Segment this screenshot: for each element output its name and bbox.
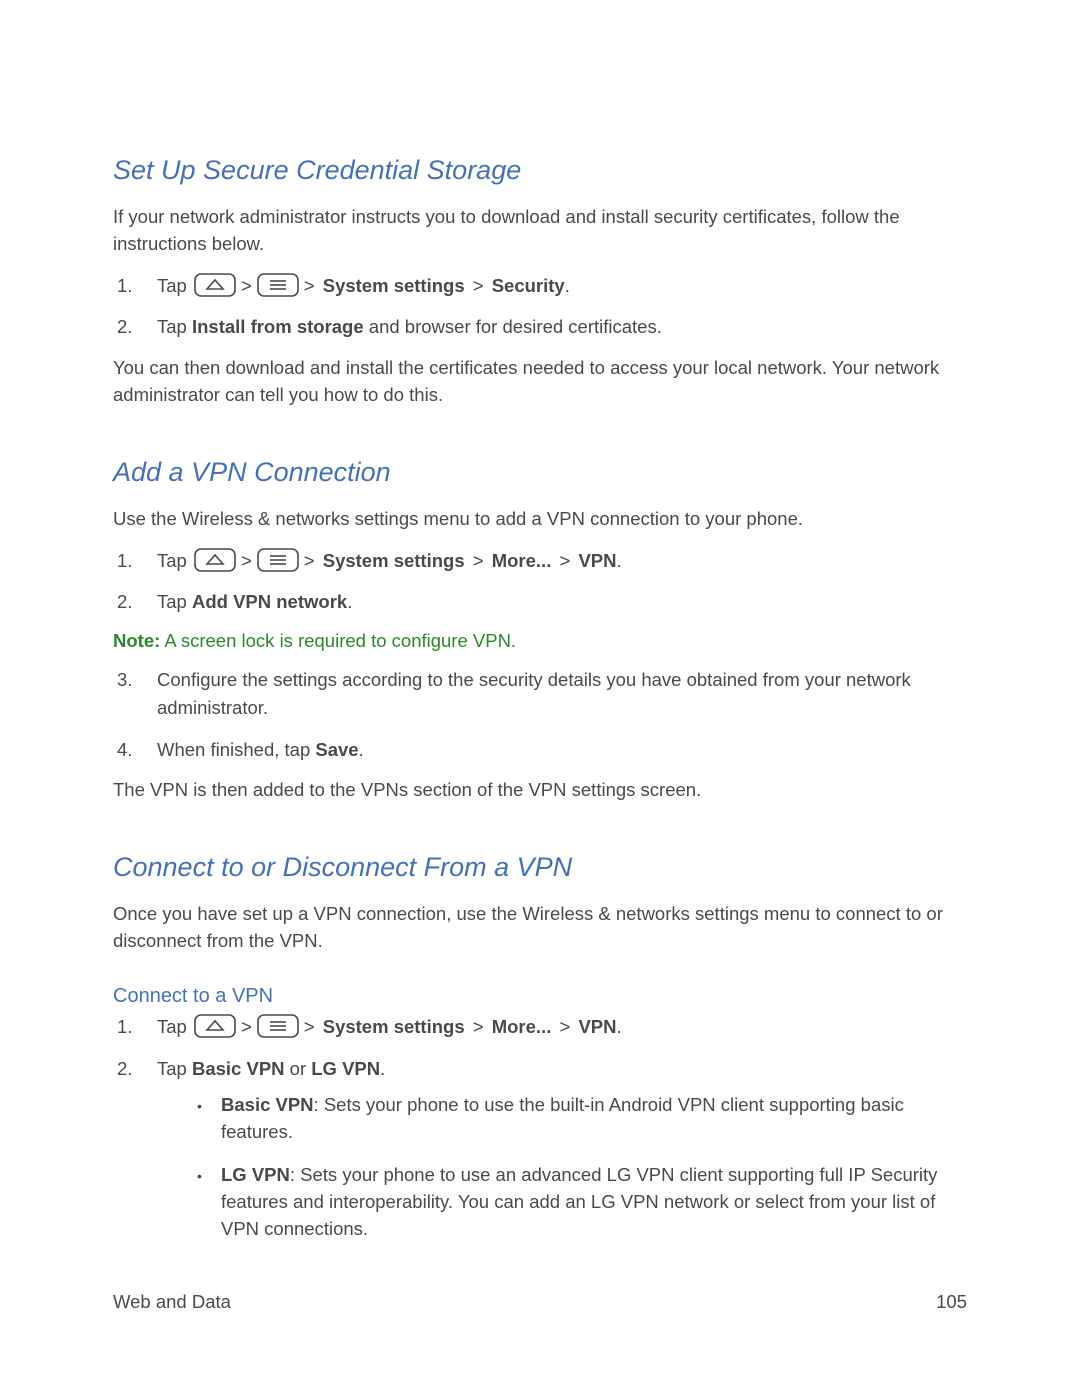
step-item: Tap Add VPN network. [113, 588, 967, 616]
heading-connect-vpn: Connect to or Disconnect From a VPN [113, 852, 967, 883]
page-content: Set Up Secure Credential Storage If your… [0, 0, 1080, 1242]
text: Tap [157, 275, 192, 296]
separator: > [559, 1016, 570, 1037]
bold-text: VPN [578, 550, 616, 571]
text: : Sets your phone to use the built-in An… [221, 1094, 904, 1142]
text: When finished, tap [157, 739, 315, 760]
page-footer: Web and Data 105 [113, 1291, 967, 1313]
bold-text: Install from storage [192, 316, 364, 337]
list-item: LG VPN: Sets your phone to use an advanc… [197, 1162, 967, 1242]
note-label: Note: [113, 630, 160, 651]
separator: > [241, 275, 252, 296]
bold-text: VPN [578, 1016, 616, 1037]
steps-connect: Tap >> System settings > More... > VPN. … [113, 1013, 967, 1243]
steps-credential: Tap > > System settings > Security. Tap I… [113, 272, 967, 342]
bold-text: LG VPN [221, 1164, 290, 1185]
subheading-connect: Connect to a VPN [113, 985, 967, 1008]
bold-text: Save [315, 739, 358, 760]
separator: > [473, 275, 484, 296]
period: . [616, 1016, 621, 1037]
separator: > [473, 1016, 484, 1037]
period: . [380, 1058, 385, 1079]
separator: > [304, 550, 315, 571]
text: Tap [157, 550, 192, 571]
bold-text: Basic VPN [192, 1058, 285, 1079]
step-item: When finished, tap Save. [113, 736, 967, 764]
intro-connect-vpn: Once you have set up a VPN connection, u… [113, 901, 967, 955]
step-item: Tap > > System settings > More... > VPN. [113, 547, 967, 575]
text: Tap [157, 591, 192, 612]
bold-text: LG VPN [311, 1058, 380, 1079]
text: Tap [157, 1016, 192, 1037]
bold-text: More... [492, 550, 552, 571]
text: and browser for desired certificates. [364, 316, 662, 337]
menu-icon [257, 548, 299, 572]
separator: > [473, 550, 484, 571]
page-number: 105 [936, 1291, 967, 1313]
outro-add-vpn: The VPN is then added to the VPNs sectio… [113, 777, 967, 804]
bold-text: System settings [323, 1016, 465, 1037]
home-icon [194, 1014, 236, 1038]
menu-icon [257, 1014, 299, 1038]
list-item: Basic VPN: Sets your phone to use the bu… [197, 1092, 967, 1146]
text: Tap [157, 316, 192, 337]
separator: > [241, 1016, 252, 1037]
home-icon [194, 548, 236, 572]
separator: > [559, 550, 570, 571]
text: or [285, 1058, 312, 1079]
text: Tap [157, 1058, 192, 1079]
bold-text: Basic VPN [221, 1094, 314, 1115]
intro-add-vpn: Use the Wireless & networks settings men… [113, 506, 967, 533]
note-vpn: Note: A screen lock is required to confi… [113, 630, 967, 652]
bold-text: Security [492, 275, 565, 296]
step-item: Tap > > System settings > More... > VPN. [113, 1013, 967, 1041]
bold-text: More... [492, 1016, 552, 1037]
home-icon [194, 273, 236, 297]
step-item: Tap Install from storage and browser for… [113, 313, 967, 341]
steps-add-vpn-a: Tap >> System settings > More... > VPN. … [113, 547, 967, 617]
outro-credential: You can then download and install the ce… [113, 355, 967, 409]
heading-credential-storage: Set Up Secure Credential Storage [113, 155, 967, 186]
note-text: A screen lock is required to configure V… [160, 630, 516, 651]
menu-icon [257, 273, 299, 297]
vpn-types-list: Basic VPN: Sets your phone to use the bu… [197, 1092, 967, 1242]
bold-text: System settings [323, 550, 465, 571]
period: . [347, 591, 352, 612]
period: . [359, 739, 364, 760]
separator: > [304, 275, 315, 296]
heading-add-vpn: Add a VPN Connection [113, 457, 967, 488]
separator: > [241, 550, 252, 571]
bold-text: System settings [323, 275, 465, 296]
period: . [616, 550, 621, 571]
step-item: Tap > > System settings > Security. [113, 272, 967, 300]
step-item: Configure the settings according to the … [113, 666, 967, 722]
step-item: Tap Basic VPN or LG VPN. Basic VPN: Sets… [113, 1055, 967, 1243]
intro-credential: If your network administrator instructs … [113, 204, 967, 258]
footer-section: Web and Data [113, 1291, 231, 1313]
period: . [565, 275, 570, 296]
steps-add-vpn-b: Configure the settings according to the … [113, 666, 967, 763]
bold-text: Add VPN network [192, 591, 347, 612]
separator: > [304, 1016, 315, 1037]
text: : Sets your phone to use an advanced LG … [221, 1164, 937, 1239]
